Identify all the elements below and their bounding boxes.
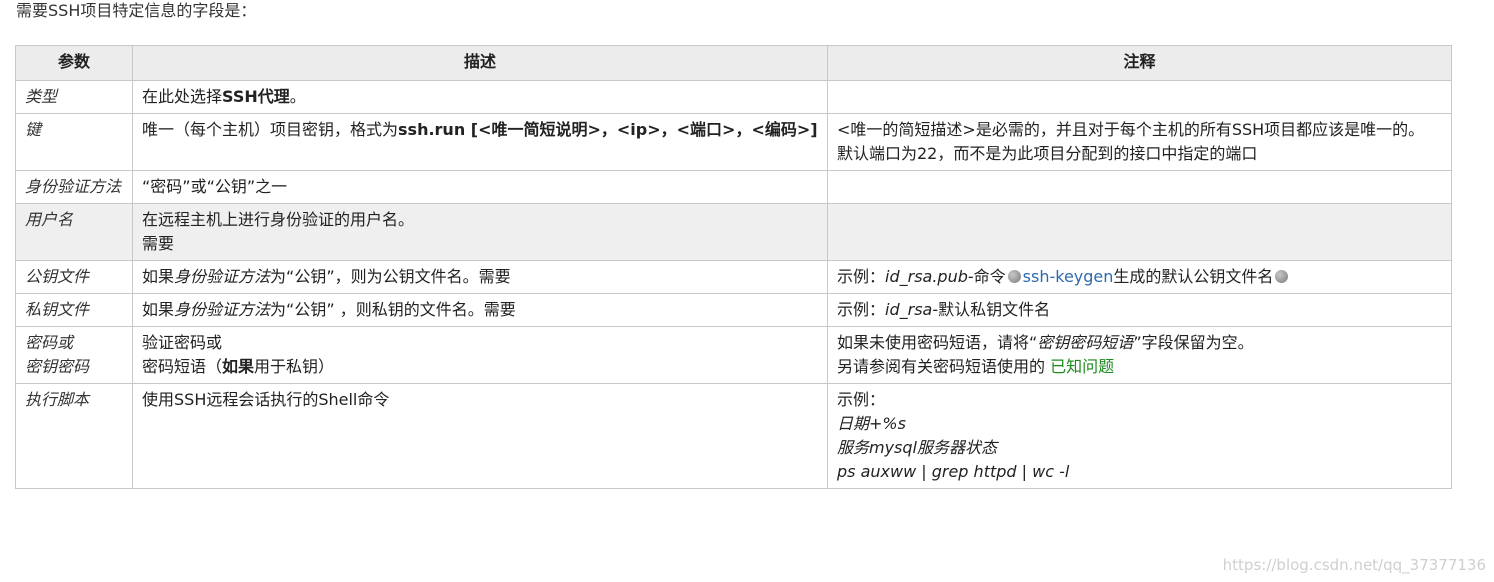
table-row: 键 唯一（每个主机）项目密钥，格式为ssh.run [<唯一简短说明>，<ip>… [15, 113, 1452, 171]
param-note: <唯一的简短描述>是必需的，并且对于每个主机的所有SSH项目都应该是唯一的。 默… [827, 113, 1452, 171]
desc-text: 唯一（每个主机）项目密钥，格式为 [142, 120, 399, 139]
param-note: 示例：id_rsa-默认私钥文件名 [827, 293, 1452, 327]
desc-line: 在远程主机上进行身份验证的用户名。 [142, 210, 415, 229]
note-line: <唯一的简短描述>是必需的，并且对于每个主机的所有SSH项目都应该是唯一的。 [837, 120, 1425, 139]
header-desc: 描述 [132, 45, 828, 81]
desc-text: 用于私钥） [254, 357, 335, 376]
param-desc: 验证密码或 密码短语（如果用于私钥） [132, 326, 828, 384]
param-desc: 如果身份验证方法为“公钥” ，则私钥的文件名。需要 [132, 293, 828, 327]
ssh-keygen-link[interactable]: ssh-keygen [1023, 267, 1114, 286]
note-text: 另请参阅有关密码短语使用的 [837, 357, 1046, 376]
param-name: 键 [15, 113, 133, 171]
param-note: 示例：id_rsa.pub-命令 ssh-keygen生成的默认公钥文件名 [827, 260, 1452, 294]
table-row: 私钥文件 如果身份验证方法为“公钥” ，则私钥的文件名。需要 示例：id_rsa… [15, 293, 1452, 327]
note-line: 如果未使用密码短语，请将“密钥密码短语”字段保留为空。 [837, 331, 1442, 355]
note-text: -命令 [967, 267, 1006, 286]
param-desc: 在远程主机上进行身份验证的用户名。 需要 [132, 203, 828, 261]
table-header-row: 参数 描述 注释 [15, 45, 1452, 81]
table-row: 身份验证方法 “密码”或“公钥”之一 [15, 170, 1452, 204]
param-name: 私钥文件 [15, 293, 133, 327]
note-line: 日期+%s [837, 414, 906, 433]
table-row: 类型 在此处选择SSH代理。 [15, 80, 1452, 114]
desc-line: 密码短语（如果用于私钥） [142, 355, 818, 379]
param-desc: 使用SSH远程会话执行的Shell命令 [132, 383, 828, 489]
watermark: https://blog.csdn.net/qq_37377136 [1222, 556, 1486, 574]
name-line: 密码或 [25, 333, 74, 352]
param-note: 示例： 日期+%s 服务mysql服务器状态 ps auxww | grep h… [827, 383, 1452, 489]
param-name: 密码或 密钥密码 [15, 326, 133, 384]
note-italic: 密钥密码短语 [1037, 333, 1134, 352]
table-row: 用户名 在远程主机上进行身份验证的用户名。 需要 [15, 203, 1452, 261]
param-desc: 如果身份验证方法为“公钥”，则为公钥文件名。需要 [132, 260, 828, 294]
desc-text: 密码短语（ [142, 357, 223, 376]
globe-icon [1275, 270, 1289, 283]
desc-text: 为“公钥” ，则私钥的文件名。需要 [270, 300, 516, 319]
desc-bold: 如果 [222, 357, 255, 376]
note-line: 服务mysql服务器状态 [837, 438, 997, 457]
header-param: 参数 [15, 45, 133, 81]
desc-line: 验证密码或 [142, 333, 223, 352]
param-name: 身份验证方法 [15, 170, 133, 204]
note-line: 默认端口为22，而不是为此项目分配到的接口中指定的端口 [837, 144, 1258, 163]
desc-bold: ssh.run [<唯一简短说明>，<ip>，<端口>，<编码>] [398, 120, 818, 139]
desc-text: 如果 [142, 300, 175, 319]
parameters-table: 参数 描述 注释 类型 在此处选择SSH代理。 键 唯一（每个主机）项目密钥，格… [15, 45, 1452, 489]
intro-text: 需要SSH项目特定信息的字段是： [16, 1, 257, 20]
globe-icon [1007, 270, 1021, 283]
desc-text: 。 [289, 87, 306, 106]
desc-italic: 身份验证方法 [174, 267, 271, 286]
note-line: 另请参阅有关密码短语使用的 已知问题 [837, 355, 1442, 379]
param-note [827, 203, 1452, 261]
note-italic: id_rsa [885, 300, 933, 319]
param-desc: 在此处选择SSH代理。 [132, 80, 828, 114]
table-row: 密码或 密钥密码 验证密码或 密码短语（如果用于私钥） 如果未使用密码短语，请将… [15, 326, 1452, 384]
note-text: -默认私钥文件名 [932, 300, 1051, 319]
param-note [827, 170, 1452, 204]
note-line: 示例： [837, 390, 886, 409]
param-name: 类型 [15, 80, 133, 114]
param-name: 公钥文件 [15, 260, 133, 294]
note-text: 示例： [837, 267, 886, 286]
note-text: 示例： [837, 300, 886, 319]
table-row: 执行脚本 使用SSH远程会话执行的Shell命令 示例： 日期+%s 服务mys… [15, 383, 1452, 489]
param-desc: 唯一（每个主机）项目密钥，格式为ssh.run [<唯一简短说明>，<ip>，<… [132, 113, 828, 171]
desc-text: 如果 [142, 267, 175, 286]
param-name: 执行脚本 [15, 383, 133, 489]
desc-bold: SSH代理 [222, 87, 290, 106]
note-text: 如果未使用密码短语，请将“ [837, 333, 1038, 352]
param-note [827, 80, 1452, 114]
desc-italic: 身份验证方法 [174, 300, 271, 319]
note-line: ps auxww | grep httpd | wc -l [837, 462, 1070, 481]
note-text: 生成的默认公钥文件名 [1113, 267, 1274, 286]
header-note: 注释 [827, 45, 1452, 81]
param-name: 用户名 [15, 203, 133, 261]
note-text: ”字段保留为空。 [1133, 333, 1254, 352]
desc-line: 需要 [142, 234, 175, 253]
desc-text: 为“公钥”，则为公钥文件名。需要 [270, 267, 511, 286]
desc-text: 在此处选择 [142, 87, 223, 106]
table-row: 公钥文件 如果身份验证方法为“公钥”，则为公钥文件名。需要 示例：id_rsa.… [15, 260, 1452, 294]
param-note: 如果未使用密码短语，请将“密钥密码短语”字段保留为空。 另请参阅有关密码短语使用… [827, 326, 1452, 384]
known-issues-link[interactable]: 已知问题 [1050, 357, 1114, 376]
param-desc: “密码”或“公钥”之一 [132, 170, 828, 204]
note-italic: id_rsa.pub [885, 267, 968, 286]
name-line: 密钥密码 [25, 357, 90, 376]
